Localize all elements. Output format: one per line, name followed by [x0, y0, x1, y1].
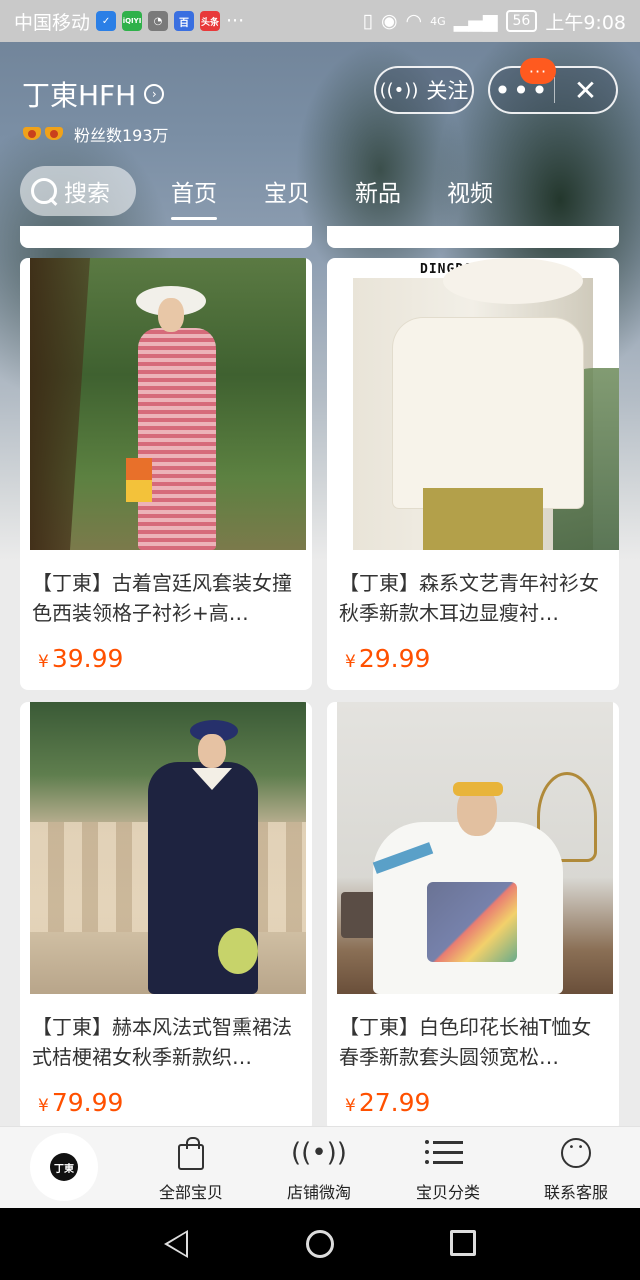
crown-icon: [22, 122, 42, 140]
search-button[interactable]: 搜索: [20, 166, 136, 216]
broadcast-icon: ((•)): [379, 79, 419, 101]
product-price: ¥29.99: [345, 644, 431, 673]
shop-logo-text: 丁東: [50, 1153, 78, 1181]
product-price: ¥27.99: [345, 1088, 431, 1117]
all-items-label: 全部宝贝: [158, 1183, 223, 1202]
shopping-bag-icon: [178, 1137, 204, 1170]
product-card-partial[interactable]: [327, 226, 619, 248]
fans-count: 粉丝数193万: [74, 126, 169, 145]
all-items-button[interactable]: 全部宝贝: [136, 1133, 246, 1205]
product-card[interactable]: DINGDONG HFH 【丁東】森系文艺青年衬衫女秋季新款木耳边显瘦衬… ¥2…: [327, 258, 619, 690]
notification-badge: ···: [520, 58, 556, 84]
vibrate-icon: ▯: [362, 10, 373, 32]
chat-icon: [561, 1138, 591, 1168]
network-type: 4G: [430, 14, 446, 28]
toutiao-app-icon: 头条: [200, 11, 221, 31]
product-image[interactable]: [337, 702, 613, 994]
search-label: 搜索: [64, 181, 110, 207]
product-card[interactable]: 【丁東】赫本风法式智熏裙法式桔梗裙女秋季新款织… ¥79.99: [20, 702, 312, 1132]
categories-button[interactable]: 宝贝分类: [393, 1133, 503, 1205]
close-button[interactable]: ✕: [555, 68, 616, 112]
product-image[interactable]: [30, 702, 306, 994]
tab-video[interactable]: 视频: [447, 174, 493, 208]
crown-icon: [44, 122, 64, 140]
tab-items[interactable]: 宝贝: [264, 174, 310, 208]
wifi-icon: ◠: [405, 10, 423, 32]
shop-name[interactable]: 丁東HFH ›: [22, 74, 165, 114]
shield-app-icon: ✓: [96, 11, 117, 31]
more-notifications-icon: ···: [226, 10, 245, 32]
product-image[interactable]: [353, 258, 619, 550]
back-icon-inner: [168, 1233, 186, 1255]
product-card-partial[interactable]: [20, 226, 312, 248]
shop-bottom-bar: 丁東 全部宝贝 ((•)) 店铺微淘 宝贝分类 联系客服: [0, 1126, 640, 1208]
product-title[interactable]: 【丁東】古着宫廷风套装女撞色西装领格子衬衫+高…: [32, 568, 302, 628]
product-image[interactable]: [30, 258, 306, 550]
carrier-name: 中国移动: [14, 11, 91, 34]
shop-rating-crowns: [22, 122, 64, 140]
customer-service-button[interactable]: 联系客服: [521, 1133, 631, 1205]
product-card[interactable]: 【丁東】白色印花长袖T恤女春季新款套头圆领宽松… ¥27.99: [327, 702, 619, 1132]
product-title[interactable]: 【丁東】赫本风法式智熏裙法式桔梗裙女秋季新款织…: [32, 1012, 302, 1072]
qq-app-icon: ◔: [148, 11, 169, 31]
tab-new[interactable]: 新品: [355, 174, 401, 208]
system-nav-bar: [0, 1208, 640, 1280]
categories-label: 宝贝分类: [415, 1183, 480, 1202]
iqiyi-app-icon: iQIYI: [122, 11, 143, 31]
status-bar: 中国移动 ✓ iQIYI ◔ 百 头条 ··· ▯ ◉ ◠ 4G ▂▄▆ 56 …: [0, 0, 640, 42]
follow-label: 关注: [426, 79, 469, 103]
product-price: ¥79.99: [38, 1088, 124, 1117]
battery-level: 56: [505, 10, 538, 32]
search-icon: [30, 177, 58, 205]
shop-feed-button[interactable]: ((•)) 店铺微淘: [264, 1133, 374, 1205]
eye-icon: ◉: [380, 10, 398, 32]
follow-button[interactable]: ((•)) 关注: [374, 66, 474, 114]
shop-feed-label: 店铺微淘: [286, 1183, 351, 1202]
broadcast-icon: ((•)): [291, 1138, 347, 1168]
product-title[interactable]: 【丁東】森系文艺青年衬衫女秋季新款木耳边显瘦衬…: [339, 568, 609, 628]
list-icon: [425, 1140, 463, 1165]
home-icon[interactable]: [306, 1230, 334, 1258]
recent-apps-icon[interactable]: [450, 1230, 476, 1256]
shop-name-text: 丁東HFH: [22, 79, 137, 112]
shop-logo[interactable]: 丁東: [30, 1133, 98, 1201]
customer-service-label: 联系客服: [543, 1183, 608, 1202]
clock: 上午9:08: [545, 11, 626, 34]
product-title[interactable]: 【丁東】白色印花长袖T恤女春季新款套头圆领宽松…: [339, 1012, 609, 1072]
product-price: ¥39.99: [38, 644, 124, 673]
shop-info-icon[interactable]: ›: [144, 84, 165, 104]
product-card[interactable]: 【丁東】古着宫廷风套装女撞色西装领格子衬衫+高… ¥39.99: [20, 258, 312, 690]
baidu-app-icon: 百: [174, 11, 195, 31]
tab-home[interactable]: 首页: [171, 174, 217, 220]
signal-icon: ▂▄▆: [453, 10, 498, 32]
